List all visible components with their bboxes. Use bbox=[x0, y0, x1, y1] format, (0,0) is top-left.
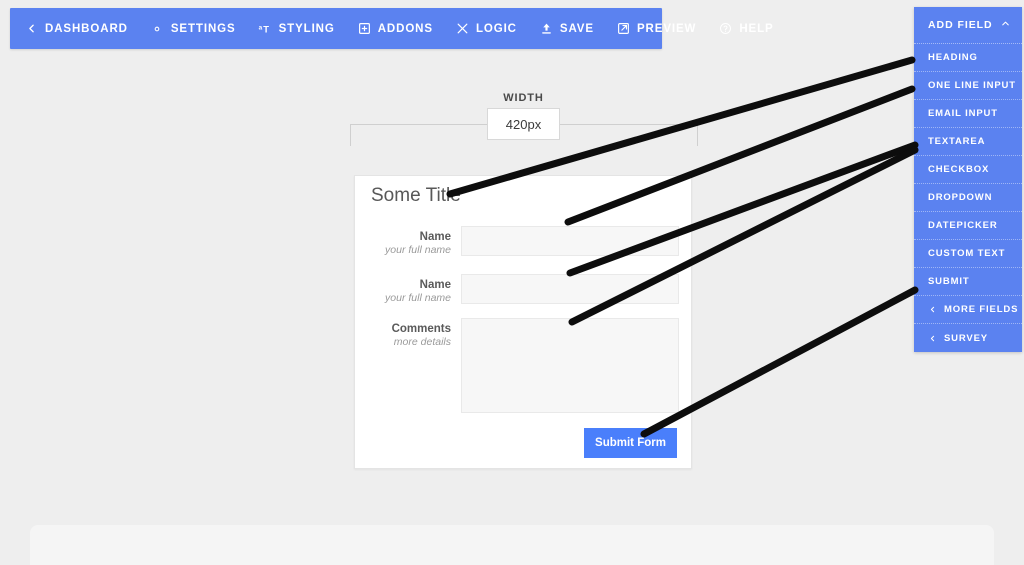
add-field-label-custom-text: CUSTOM TEXT bbox=[928, 248, 1006, 259]
add-field-label-datepicker: DATEPICKER bbox=[928, 220, 998, 231]
toolbar-item-preview[interactable]: PREVIEW bbox=[616, 21, 696, 36]
shuffle-icon bbox=[455, 21, 470, 36]
add-field-label-dropdown: DROPDOWN bbox=[928, 192, 993, 203]
toolbar-label-save: SAVE bbox=[559, 22, 594, 35]
add-field-item-more-fields[interactable]: MORE FIELDS bbox=[914, 296, 1022, 324]
toolbar-label-help: HELP bbox=[739, 22, 774, 35]
add-field-item-checkbox[interactable]: CHECKBOX bbox=[914, 156, 1022, 184]
add-field-item-survey[interactable]: SURVEY bbox=[914, 324, 1022, 352]
width-guide-tick-left bbox=[350, 124, 351, 146]
add-field-item-one-line-input[interactable]: ONE LINE INPUT bbox=[914, 72, 1022, 100]
field-input-name-2[interactable] bbox=[461, 274, 679, 304]
toolbar-item-styling[interactable]: aT STYLING bbox=[258, 21, 335, 36]
field-input-name-1[interactable] bbox=[461, 226, 679, 256]
top-toolbar: DASHBOARD SETTINGS aT STYLING ADDONS LOG… bbox=[10, 8, 773, 49]
toolbar-label-settings: SETTINGS bbox=[170, 22, 236, 35]
gear-icon bbox=[150, 21, 165, 36]
external-link-icon bbox=[616, 21, 631, 36]
toolbar-item-save[interactable]: SAVE bbox=[539, 21, 594, 36]
field-label-group: Name your full name bbox=[369, 274, 461, 306]
form-title[interactable]: Some Title bbox=[371, 185, 461, 207]
add-field-item-email-input[interactable]: EMAIL INPUT bbox=[914, 100, 1022, 128]
add-field-item-submit[interactable]: SUBMIT bbox=[914, 268, 1022, 296]
toolbar-item-dashboard[interactable]: DASHBOARD bbox=[24, 21, 128, 36]
field-label: Comments bbox=[391, 323, 451, 335]
add-field-item-dropdown[interactable]: DROPDOWN bbox=[914, 184, 1022, 212]
add-field-label-more-fields: MORE FIELDS bbox=[944, 304, 1019, 315]
field-sublabel: more details bbox=[393, 336, 451, 349]
field-label: Name bbox=[419, 231, 451, 243]
add-field-label-heading: HEADING bbox=[928, 52, 978, 63]
field-input-comments[interactable] bbox=[461, 318, 679, 413]
field-label-group: Name your full name bbox=[369, 226, 461, 258]
field-label-group: Comments more details bbox=[369, 318, 461, 350]
svg-text:T: T bbox=[263, 24, 269, 34]
field-sublabel: your full name bbox=[385, 244, 451, 257]
question-circle-icon bbox=[718, 21, 733, 36]
add-field-label-one-line-input: ONE LINE INPUT bbox=[928, 80, 1016, 91]
toolbar-item-help[interactable]: HELP bbox=[718, 21, 773, 36]
width-label: WIDTH bbox=[503, 92, 544, 104]
chevron-up-icon bbox=[1000, 18, 1011, 32]
add-field-item-textarea[interactable]: TEXTAREA bbox=[914, 128, 1022, 156]
add-field-item-custom-text[interactable]: CUSTOM TEXT bbox=[914, 240, 1022, 268]
chevron-left-icon bbox=[928, 334, 937, 343]
field-sublabel: your full name bbox=[385, 292, 451, 305]
add-field-label-email-input: EMAIL INPUT bbox=[928, 108, 998, 119]
add-field-panel: ADD FIELD HEADING ONE LINE INPUT EMAIL I… bbox=[914, 7, 1022, 352]
toolbar-label-dashboard: DASHBOARD bbox=[45, 22, 128, 35]
toolbar-label-styling: STYLING bbox=[278, 22, 335, 35]
toolbar-label-logic: LOGIC bbox=[475, 22, 517, 35]
width-input[interactable]: 420px bbox=[487, 108, 560, 140]
add-field-label-textarea: TEXTAREA bbox=[928, 136, 986, 147]
add-field-header[interactable]: ADD FIELD bbox=[914, 7, 1022, 44]
add-field-item-heading[interactable]: HEADING bbox=[914, 44, 1022, 72]
toolbar-label-preview: PREVIEW bbox=[636, 22, 697, 35]
add-field-label-submit: SUBMIT bbox=[928, 276, 970, 287]
toolbar-item-addons[interactable]: ADDONS bbox=[357, 21, 433, 36]
upload-icon bbox=[539, 21, 554, 36]
add-field-label-survey: SURVEY bbox=[944, 332, 988, 344]
add-field-item-datepicker[interactable]: DATEPICKER bbox=[914, 212, 1022, 240]
bottom-panel bbox=[30, 525, 994, 565]
text-size-icon: aT bbox=[258, 21, 273, 36]
field-label: Name bbox=[419, 279, 451, 291]
form-preview-card: Some Title Name your full name Name your… bbox=[354, 175, 692, 469]
add-field-label-checkbox: CHECKBOX bbox=[928, 164, 990, 175]
width-guide-tick-right bbox=[697, 124, 698, 146]
toolbar-item-logic[interactable]: LOGIC bbox=[455, 21, 517, 36]
toolbar-label-addons: ADDONS bbox=[377, 22, 433, 35]
form-field-row[interactable]: Comments more details bbox=[369, 318, 679, 413]
chevron-left-icon bbox=[928, 305, 937, 314]
chevron-left-icon bbox=[24, 21, 39, 36]
toolbar-item-settings[interactable]: SETTINGS bbox=[150, 21, 236, 36]
submit-form-button[interactable]: Submit Form bbox=[584, 428, 677, 458]
form-field-row[interactable]: Name your full name bbox=[369, 274, 679, 306]
form-field-row[interactable]: Name your full name bbox=[369, 226, 679, 258]
plus-box-icon bbox=[357, 21, 372, 36]
add-field-title: ADD FIELD bbox=[928, 19, 993, 31]
svg-text:a: a bbox=[259, 24, 263, 31]
